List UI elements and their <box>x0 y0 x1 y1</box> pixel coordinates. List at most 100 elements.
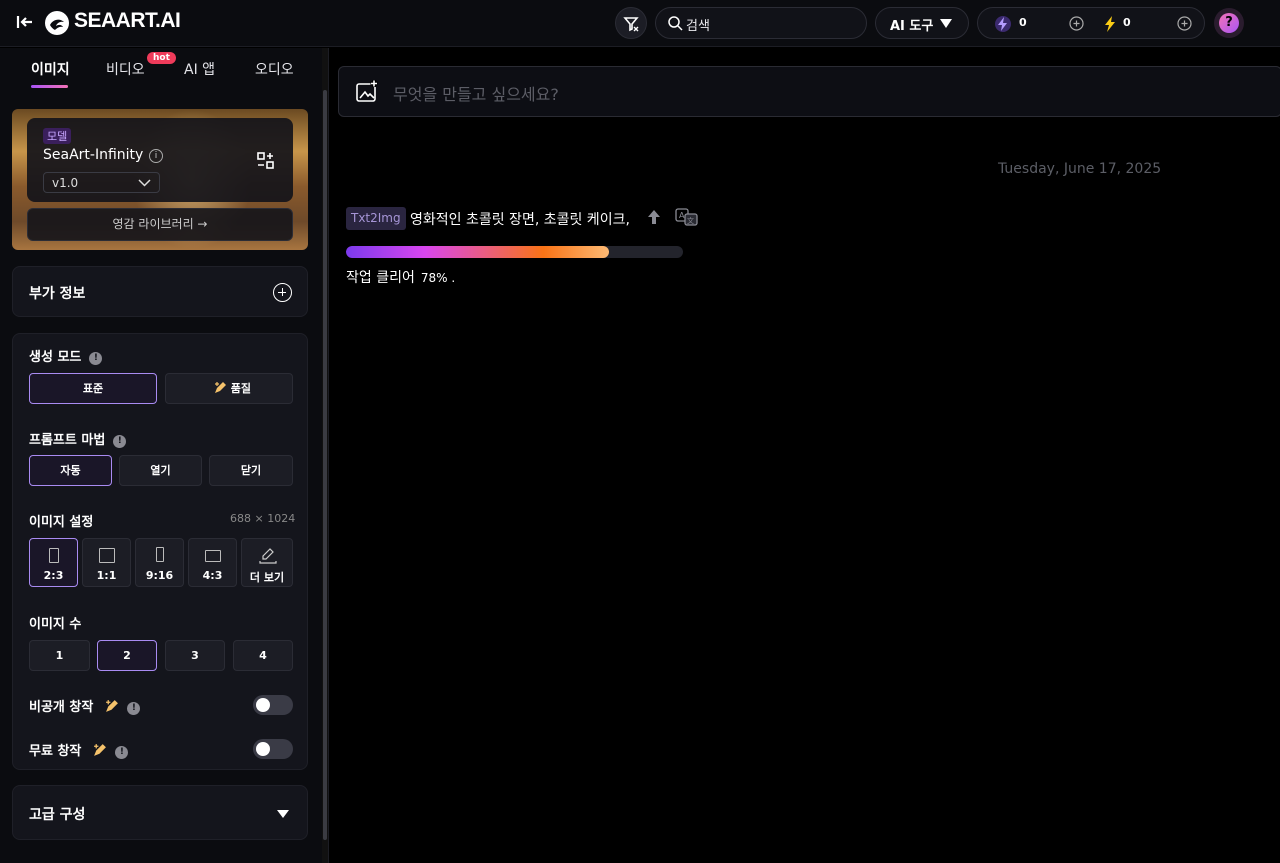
inspiration-library-button[interactable]: 영감 라이브러리 → <box>27 208 293 241</box>
premium-pen-icon <box>93 744 106 756</box>
square-icon <box>99 548 115 563</box>
model-name: SeaArt-Infinity <box>43 147 144 163</box>
credits-bar: 0 0 <box>977 7 1205 39</box>
toggle-knob <box>256 742 270 756</box>
image-dimensions: 688 × 1024 <box>230 512 296 525</box>
energy-yellow-icon <box>1105 16 1115 32</box>
hot-badge: hot <box>147 52 176 64</box>
landscape-icon <box>205 550 221 562</box>
ratio-group: 2:3 1:1 9:16 4:3 더 보기 <box>29 538 293 587</box>
mode-standard-button[interactable]: 표준 <box>29 373 157 404</box>
tall-icon <box>156 547 164 562</box>
extra-info-panel[interactable]: 부가 정보 <box>12 266 308 317</box>
switch-model-icon[interactable] <box>257 152 275 170</box>
help-excl-icon[interactable]: ! <box>113 435 127 448</box>
toggle-knob <box>256 698 270 712</box>
mode-quality-button[interactable]: 품질 <box>165 373 293 404</box>
add-credit-icon[interactable] <box>1069 16 1084 31</box>
help-button[interactable]: ? <box>1214 8 1244 38</box>
task-type-badge: Txt2Img <box>346 207 406 230</box>
premium-pen-icon <box>105 700 118 712</box>
magic-open-button[interactable]: 열기 <box>119 455 202 486</box>
free-creation-toggle[interactable] <box>253 739 293 759</box>
prompt-magic-title: 프롬프트 마법! <box>29 429 127 448</box>
caret-down-icon <box>940 19 952 28</box>
ai-tool-label: AI 도구 <box>890 19 934 34</box>
private-creation-toggle[interactable] <box>253 695 293 715</box>
mode-quality-label: 품질 <box>230 382 252 395</box>
translate-icon[interactable]: A文 <box>675 208 699 226</box>
reuse-prompt-icon[interactable] <box>647 209 661 225</box>
svg-text:A: A <box>679 211 685 220</box>
energy-purple-icon <box>995 16 1011 32</box>
image-settings-title: 이미지 설정 <box>29 515 94 530</box>
settings-panel: 생성 모드! 표준 품질 프롬프트 마법! 자동 열기 닫기 이미지 설정 68… <box>12 333 308 770</box>
prompt-input[interactable]: 무엇을 만들고 싶으세요? <box>338 66 1280 117</box>
count-3-button[interactable]: 3 <box>165 640 225 671</box>
advanced-config-title: 고급 구성 <box>29 807 86 823</box>
filter-button[interactable] <box>615 7 647 39</box>
ratio-2-3-button[interactable]: 2:3 <box>29 538 78 587</box>
ratio-9-16-button[interactable]: 9:16 <box>135 538 184 587</box>
model-info-card[interactable]: 모델 SeaArt-Infinity i v1.0 <box>27 118 293 202</box>
search-icon <box>668 16 683 31</box>
tab-image[interactable]: 이미지 <box>31 59 70 79</box>
count-1-button[interactable]: 1 <box>29 640 90 671</box>
premium-pen-icon <box>214 382 226 393</box>
extra-info-title: 부가 정보 <box>29 286 86 302</box>
portrait-icon <box>49 548 59 563</box>
credit-b-value: 0 <box>1123 16 1131 29</box>
help-excl-icon[interactable]: ! <box>127 702 141 715</box>
free-creation-label: 무료 창작 ! <box>29 740 129 759</box>
private-creation-label: 비공개 창작 ! <box>29 696 141 715</box>
generation-mode-title: 생성 모드! <box>29 346 103 365</box>
task-prompt-text[interactable]: 영화적인 초콜릿 장면, 초콜릿 케이크, <box>410 209 630 229</box>
count-2-button[interactable]: 2 <box>97 640 157 671</box>
search-input[interactable]: 검색 <box>655 7 867 39</box>
top-bar: SEAART.AI 검색 AI 도구 0 0 ? <box>0 0 1280 47</box>
help-excl-icon[interactable]: ! <box>115 746 129 759</box>
active-tab-indicator <box>31 85 68 88</box>
ratio-4-3-button[interactable]: 4:3 <box>188 538 237 587</box>
help-excl-icon[interactable]: ! <box>89 352 103 365</box>
model-tag: 모델 <box>43 128 72 144</box>
credit-a-value: 0 <box>1019 16 1027 29</box>
tab-video[interactable]: 비디오 <box>106 59 145 79</box>
chevron-down-icon <box>138 179 151 187</box>
caret-down-icon[interactable] <box>277 810 289 818</box>
version-select[interactable]: v1.0 <box>43 172 160 193</box>
tab-audio[interactable]: 오디오 <box>255 59 294 79</box>
main-area: 무엇을 만들고 싶으세요? Tuesday, June 17, 2025 Txt… <box>329 48 1280 863</box>
tab-bar: 이미지 비디오 hot AI 앱 오디오 <box>0 48 322 90</box>
progress-bar <box>346 246 683 258</box>
tab-ai-app[interactable]: AI 앱 <box>184 59 215 79</box>
count-4-button[interactable]: 4 <box>233 640 293 671</box>
progress-fill <box>346 246 609 258</box>
advanced-config-panel[interactable]: 고급 구성 <box>12 785 308 840</box>
magic-auto-button[interactable]: 자동 <box>29 455 112 486</box>
magic-close-button[interactable]: 닫기 <box>209 455 293 486</box>
ratio-more-button[interactable]: 더 보기 <box>241 538 293 587</box>
prompt-placeholder: 무엇을 만들고 싶으세요? <box>393 85 559 104</box>
model-card: 모델 SeaArt-Infinity i v1.0 영감 라이브러리 → <box>12 109 308 250</box>
brand-name[interactable]: SEAART.AI <box>74 9 181 33</box>
help-icon: ? <box>1219 13 1239 33</box>
task-status: 작업 클리어 78% . <box>346 267 455 287</box>
status-label: 작업 클리어 <box>346 270 415 286</box>
search-label: 검색 <box>686 19 710 34</box>
add-circle-icon[interactable] <box>273 283 292 302</box>
sidebar-scrollbar-thumb[interactable] <box>323 90 327 840</box>
version-value: v1.0 <box>52 176 79 190</box>
image-count-title: 이미지 수 <box>29 617 82 632</box>
custom-size-icon <box>259 548 277 564</box>
image-add-icon <box>356 80 378 102</box>
svg-text:文: 文 <box>687 216 694 225</box>
info-icon[interactable]: i <box>149 149 163 163</box>
add-credit-b-icon[interactable] <box>1177 16 1192 31</box>
ratio-1-1-button[interactable]: 1:1 <box>82 538 131 587</box>
filter-icon <box>623 17 639 32</box>
ai-tool-dropdown[interactable]: AI 도구 <box>875 7 969 39</box>
seaart-logo-icon[interactable] <box>44 10 70 36</box>
progress-percent: 78% . <box>420 271 456 285</box>
collapse-sidebar-icon[interactable] <box>16 13 34 31</box>
